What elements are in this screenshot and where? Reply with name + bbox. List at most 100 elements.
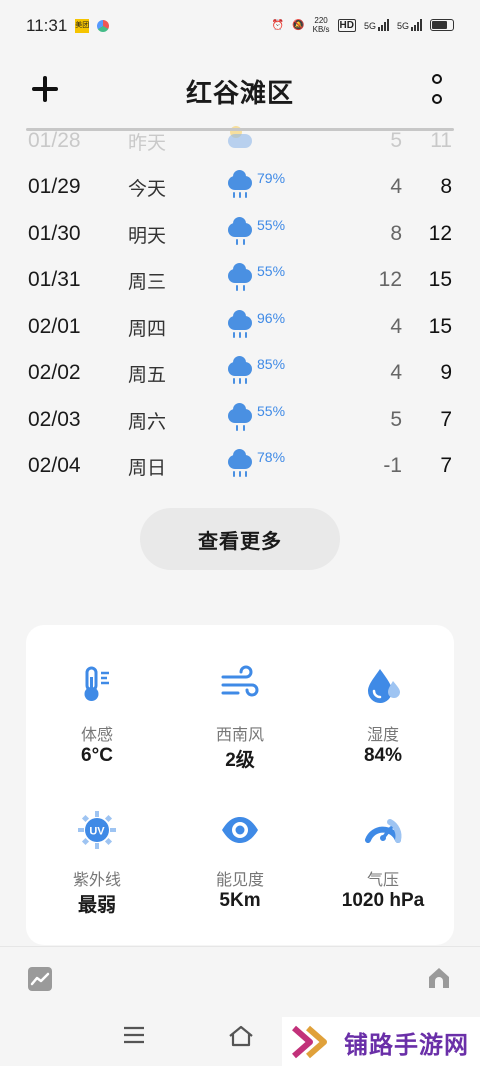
- detail-humidity: 湿度 84%: [312, 655, 454, 785]
- forecast-list[interactable]: 01/28 昨天 5 11 01/29 今天 79% 4 8 01/30 明天 …: [0, 118, 480, 490]
- signal-bars-icon: [377, 19, 389, 31]
- precip-chance: 96%: [257, 310, 286, 326]
- signal-sim1: 5G: [364, 19, 389, 31]
- nav-menu-button[interactable]: [122, 1025, 146, 1050]
- menu-icon: [124, 1026, 144, 1044]
- status-time: 11:31: [26, 16, 68, 35]
- battery-icon: [430, 19, 454, 31]
- precip-chance: 55%: [257, 217, 286, 233]
- thermometer-icon: [84, 666, 109, 701]
- forecast-row: 01/29 今天 79% 4 8: [0, 164, 480, 210]
- trend-chart-icon: [30, 972, 50, 986]
- detail-label: 体感: [80, 727, 113, 744]
- watermark-logo-icon: [292, 1025, 327, 1059]
- notification-app-icon: [97, 20, 110, 32]
- forecast-high: 7: [440, 408, 452, 431]
- rain-icon: [226, 217, 254, 249]
- meituan-app-icon: 美团: [75, 19, 90, 33]
- rain-icon: [226, 310, 254, 342]
- forecast-high: 15: [428, 268, 452, 291]
- forecast-row: 02/01 周四 96% 4 15: [0, 304, 480, 350]
- forecast-date: 02/04: [28, 454, 81, 477]
- home-icon: [429, 968, 449, 988]
- wind-icon: [221, 665, 259, 697]
- detail-wind: 西南风 2级: [169, 655, 311, 785]
- trend-chart-button[interactable]: [28, 967, 52, 991]
- dot-icon: [432, 74, 442, 84]
- add-city-button[interactable]: [30, 74, 60, 104]
- forecast-low: -1: [383, 454, 402, 477]
- detail-value: 5Km: [219, 890, 261, 911]
- forecast-row: 01/28 昨天 5 11: [0, 118, 480, 164]
- forecast-day: 今天: [128, 178, 167, 200]
- forecast-row: 01/30 明天 55% 8 12: [0, 211, 480, 257]
- alarm-icon: ⏰: [271, 19, 285, 31]
- more-options-button[interactable]: [430, 74, 444, 104]
- rain-icon: [226, 170, 254, 202]
- forecast-high: 11: [430, 129, 452, 152]
- forecast-row: 02/03 周六 55% 5 7: [0, 397, 480, 443]
- forecast-day: 周日: [128, 457, 167, 479]
- view-more-button[interactable]: 查看更多: [140, 508, 340, 570]
- bottom-bar: 铺路手游网: [0, 946, 480, 1066]
- watermark-text: 铺路手游网: [344, 1031, 469, 1059]
- forecast-low: 4: [390, 315, 402, 338]
- precip-chance: 79%: [257, 170, 286, 186]
- rain-icon: [226, 356, 254, 388]
- forecast-day: 明天: [128, 225, 167, 247]
- detail-label: 西南风: [215, 727, 264, 744]
- home-button[interactable]: [426, 965, 452, 991]
- rain-icon: [226, 263, 254, 295]
- forecast-date: 01/28: [28, 129, 81, 152]
- forecast-date: 02/03: [28, 408, 81, 431]
- header-divider: [26, 128, 454, 131]
- forecast-low: 4: [390, 175, 402, 198]
- detail-visibility: 能见度 5Km: [169, 800, 311, 930]
- forecast-row: 02/02 周五 85% 4 9: [0, 350, 480, 396]
- forecast-date: 02/01: [28, 315, 81, 338]
- forecast-day: 周六: [128, 411, 167, 433]
- dot-icon: [432, 94, 442, 104]
- humidity-icon: [368, 669, 400, 703]
- forecast-date: 02/02: [28, 361, 81, 384]
- forecast-low: 5: [390, 408, 402, 431]
- rain-icon: [226, 403, 254, 435]
- visibility-icon: [222, 817, 258, 843]
- weather-details-card: 体感 6°C 西南风 2级 湿度 84% UV 紫外线 最弱 能见度 5Km 气…: [26, 625, 454, 945]
- status-icons: ⏰ 🔕 220 KB/s HD 5G 5G: [272, 16, 454, 34]
- forecast-row: 01/31 周三 55% 12 15: [0, 257, 480, 303]
- forecast-low: 12: [378, 268, 402, 291]
- watermark: 铺路手游网: [282, 1017, 480, 1066]
- detail-feels-like: 体感 6°C: [26, 655, 168, 785]
- rain-icon: [226, 449, 254, 481]
- nav-home-button[interactable]: [228, 1025, 254, 1052]
- app-header: 红谷滩区: [0, 62, 480, 120]
- forecast-date: 01/31: [28, 268, 81, 291]
- detail-value: 最弱: [77, 895, 116, 916]
- forecast-high: 7: [440, 454, 452, 477]
- forecast-day: 周五: [128, 364, 167, 386]
- forecast-high: 12: [428, 222, 452, 245]
- precip-chance: 85%: [257, 356, 286, 372]
- detail-label: 气压: [366, 872, 399, 889]
- mute-icon: 🔕: [292, 19, 305, 31]
- detail-label: 湿度: [366, 727, 399, 744]
- net-speed: 220 KB/s: [312, 16, 330, 34]
- uv-icon: UV: [78, 811, 116, 849]
- hd-icon: HD: [337, 18, 356, 32]
- status-bar: 11:31 美团 ⏰ 🔕 220 KB/s HD 5G 5G: [0, 0, 480, 52]
- forecast-row: 02/04 周日 78% -1 7: [0, 443, 480, 489]
- detail-label: 紫外线: [72, 872, 121, 889]
- precip-chance: 55%: [257, 403, 286, 419]
- forecast-date: 01/30: [28, 222, 81, 245]
- detail-value: 84%: [363, 745, 403, 766]
- forecast-day: 周四: [128, 318, 167, 340]
- forecast-low: 5: [390, 129, 402, 152]
- forecast-high: 9: [440, 361, 452, 384]
- detail-label: 能见度: [215, 872, 264, 889]
- forecast-high: 8: [440, 175, 452, 198]
- detail-uv: UV 紫外线 最弱: [26, 800, 168, 930]
- uv-icon-text: UV: [89, 826, 105, 838]
- forecast-day: 周三: [128, 271, 167, 293]
- forecast-day: 昨天: [128, 132, 167, 154]
